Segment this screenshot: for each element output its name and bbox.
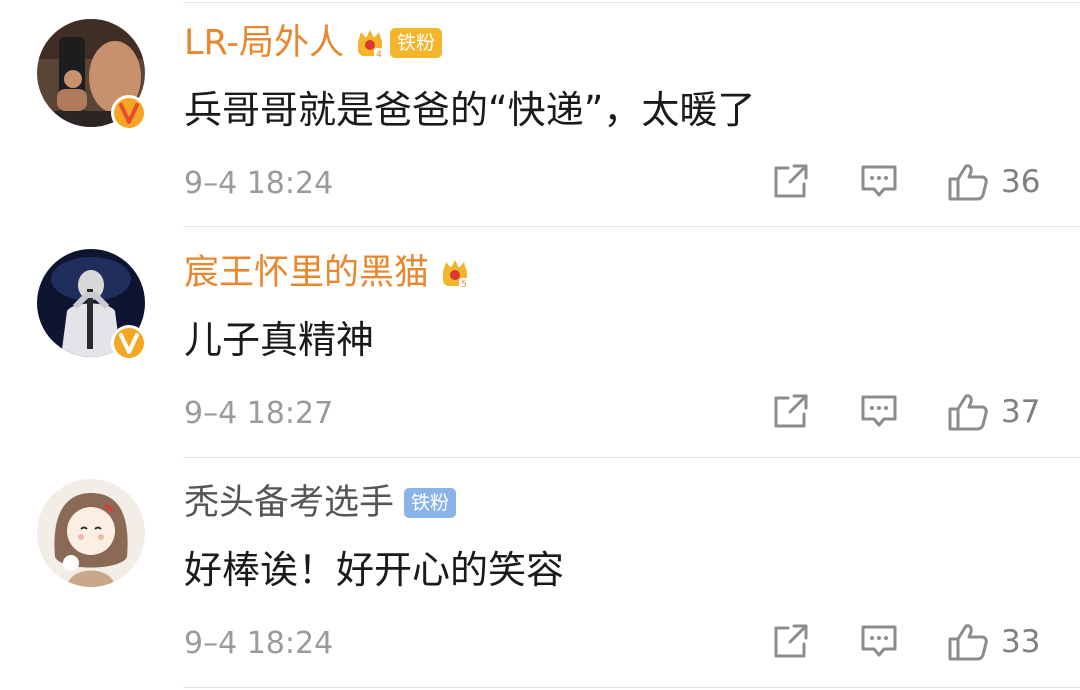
like-count: 37 — [1001, 394, 1041, 430]
share-icon — [774, 164, 808, 198]
like-count: 36 — [1001, 164, 1041, 200]
like-button[interactable]: 37 — [947, 392, 1040, 432]
like-button[interactable]: 36 — [947, 162, 1040, 202]
comment-list: LR-局外人 4 铁粉 兵哥哥就是爸爸的“快递”，太暖了 9–4 18:24 3… — [0, 0, 1080, 690]
crown-badge-icon: 4 — [352, 26, 388, 60]
like-count: 33 — [1001, 624, 1041, 660]
divider — [183, 457, 1080, 458]
comment-icon — [861, 165, 897, 197]
crown-badge-icon: 5 — [437, 256, 473, 290]
share-icon — [774, 624, 808, 658]
avatar[interactable] — [37, 479, 145, 587]
comment-item: 宸王怀里的黑猫 5 儿子真精神 9–4 18:27 37 — [0, 234, 1080, 462]
share-button[interactable] — [772, 622, 810, 660]
iron-fan-tag: 铁粉 — [404, 488, 457, 518]
username[interactable]: 秃头备考选手 — [184, 480, 394, 526]
avatar[interactable] — [37, 19, 147, 131]
username-row: LR-局外人 4 铁粉 — [184, 20, 443, 66]
iron-fan-tag: 铁粉 — [390, 28, 443, 58]
username[interactable]: 宸王怀里的黑猫 — [184, 250, 429, 296]
divider — [183, 226, 1080, 227]
comment-text: 兵哥哥就是爸爸的“快递”，太暖了 — [184, 88, 756, 132]
share-button[interactable] — [772, 392, 810, 430]
comment-item: LR-局外人 4 铁粉 兵哥哥就是爸爸的“快递”，太暖了 9–4 18:24 3… — [0, 4, 1080, 232]
comment-time: 9–4 18:24 — [184, 166, 334, 201]
reply-button[interactable] — [860, 162, 898, 200]
comment-text: 儿子真精神 — [184, 318, 375, 362]
thumbs-up-icon — [948, 394, 988, 431]
verified-badge-icon — [109, 323, 149, 363]
avatar[interactable] — [37, 249, 147, 361]
thumbs-up-icon — [948, 624, 988, 661]
username-row: 宸王怀里的黑猫 5 — [184, 250, 473, 296]
crown-level: 4 — [376, 50, 382, 60]
verified-badge-icon — [109, 93, 149, 133]
reply-button[interactable] — [860, 392, 898, 430]
username[interactable]: LR-局外人 — [184, 20, 344, 66]
divider — [183, 687, 1080, 688]
crown-level: 5 — [461, 280, 467, 290]
avatar-image — [37, 479, 145, 587]
like-button[interactable]: 33 — [947, 622, 1040, 662]
comment-item: 秃头备考选手 铁粉 好棒诶！好开心的笑容 9–4 18:24 33 — [0, 464, 1080, 690]
comment-text: 好棒诶！好开心的笑容 — [184, 548, 565, 592]
share-icon — [774, 394, 808, 428]
username-row: 秃头备考选手 铁粉 — [184, 480, 457, 526]
share-button[interactable] — [772, 162, 810, 200]
comment-time: 9–4 18:24 — [184, 626, 334, 661]
comment-icon — [861, 395, 897, 427]
comment-time: 9–4 18:27 — [184, 396, 334, 431]
reply-button[interactable] — [860, 622, 898, 660]
divider — [183, 2, 1080, 3]
thumbs-up-icon — [948, 164, 988, 201]
comment-icon — [861, 625, 897, 657]
